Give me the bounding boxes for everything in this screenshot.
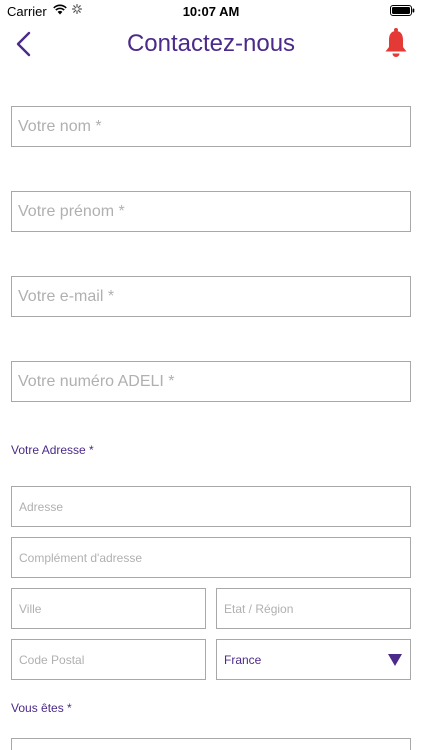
email-input[interactable]: [12, 277, 410, 316]
dropdown-triangle-icon: [388, 654, 402, 666]
first-name-input[interactable]: [12, 192, 410, 231]
adeli-number-input[interactable]: [12, 362, 410, 401]
address-input[interactable]: [12, 487, 410, 526]
state-region-field[interactable]: [216, 588, 411, 629]
last-name-field[interactable]: [11, 106, 411, 147]
address-complement-input[interactable]: [12, 538, 410, 577]
first-name-field[interactable]: [11, 191, 411, 232]
address-complement-field[interactable]: [11, 537, 411, 578]
status-time: 10:07 AM: [182, 4, 240, 19]
you-are-select[interactable]: [11, 738, 411, 750]
country-selected-value: France: [224, 653, 262, 667]
navigation-bar: Contactez-nous: [0, 22, 422, 66]
adeli-number-field[interactable]: [11, 361, 411, 402]
city-field[interactable]: [11, 588, 206, 629]
email-field[interactable]: [11, 276, 411, 317]
address-section-label: Votre Adresse *: [11, 443, 94, 457]
state-region-input[interactable]: [217, 589, 410, 628]
status-bar: Carrier 10:07 AM: [0, 0, 422, 22]
battery-icon: [390, 5, 415, 16]
city-input[interactable]: [12, 589, 205, 628]
address-field[interactable]: [11, 486, 411, 527]
postal-code-field[interactable]: [11, 639, 206, 680]
you-are-label: Vous êtes *: [11, 701, 72, 715]
page-title: Contactez-nous: [126, 30, 296, 57]
country-select[interactable]: France: [216, 639, 411, 680]
postal-code-input[interactable]: [12, 640, 205, 679]
last-name-input[interactable]: [12, 107, 410, 146]
notification-bell-icon[interactable]: [383, 27, 409, 59]
